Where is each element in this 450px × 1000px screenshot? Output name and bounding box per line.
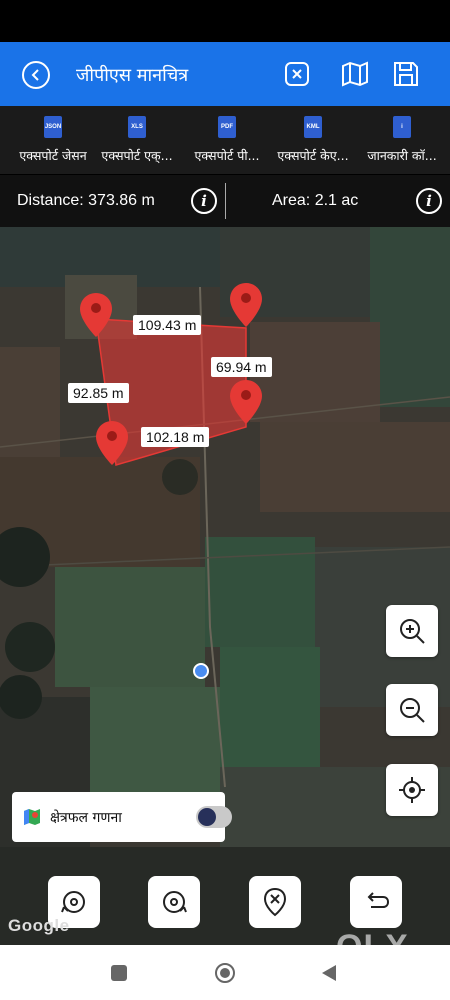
edge-length-label: 109.43 m [133, 315, 202, 335]
xls-icon-text: XLS [131, 124, 143, 130]
map-pin-icon[interactable] [96, 421, 128, 465]
export-pdf-button[interactable]: PDF एक्सपोर्ट पी... [184, 106, 270, 174]
rotate-right-button[interactable] [148, 876, 200, 928]
clear-button[interactable] [282, 59, 312, 89]
current-location-dot [193, 663, 209, 679]
export-xls-label: एक्सपोर्ट एक्... [101, 148, 173, 163]
rotate-right-icon [163, 891, 187, 913]
save-button[interactable] [391, 59, 421, 89]
map-pin-icon[interactable] [230, 283, 262, 327]
export-pdf-label: एक्सपोर्ट पी... [194, 148, 260, 163]
save-icon [394, 62, 418, 86]
distance-value: Distance: 373.86 m [17, 192, 155, 209]
export-json-button[interactable]: JSON एक्सपोर्ट जेसन [8, 106, 98, 174]
distance-info-icon[interactable]: i [191, 188, 217, 214]
xls-file-icon: XLS [128, 116, 146, 138]
map-icon [342, 61, 368, 87]
area-calculation-switch[interactable] [196, 806, 232, 828]
zoom-in-icon [400, 619, 425, 644]
home-inner-dot [220, 968, 230, 978]
export-xls-button[interactable]: XLS एक्सपोर्ट एक्... [91, 106, 183, 174]
remove-point-button[interactable] [249, 876, 301, 928]
map-type-button[interactable] [340, 59, 370, 89]
rotate-left-icon [61, 891, 85, 913]
export-kml-button[interactable]: KML एक्सपोर्ट केए... [268, 106, 358, 174]
zoom-in-button[interactable] [386, 605, 438, 657]
pdf-file-icon: PDF [218, 116, 236, 138]
system-nav-bar [0, 945, 450, 1000]
app-bar: जीपीएस मानचित्र [0, 42, 450, 106]
info-file-icon: i [393, 116, 411, 138]
edge-length-label: 102.18 m [141, 427, 210, 447]
divider [225, 183, 226, 219]
zoom-out-button[interactable] [386, 684, 438, 736]
status-bar [0, 0, 450, 42]
zoom-out-icon [400, 698, 425, 723]
kml-icon-text: KML [306, 124, 320, 130]
undo-icon [367, 892, 390, 908]
chevron-left-icon [31, 69, 39, 81]
area-value: Area: 2.1 ac [272, 192, 359, 209]
my-location-button[interactable] [386, 764, 438, 816]
map-pin-icon[interactable] [230, 380, 262, 424]
maps-icon [24, 809, 40, 825]
home-button[interactable] [215, 963, 235, 983]
map-pin-icon[interactable] [80, 293, 112, 337]
info-copy-button[interactable]: i जानकारी कॉ... [356, 106, 448, 174]
measurement-bar: Distance: 373.86 m i Area: 2.1 ac i [0, 175, 450, 227]
info-icon-text: i [401, 124, 403, 130]
kml-file-icon: KML [304, 116, 322, 138]
back-button[interactable] [22, 61, 50, 89]
info-copy-label: जानकारी कॉ... [367, 148, 437, 163]
crosshair-icon [399, 777, 425, 803]
edge-length-label: 69.94 m [211, 357, 272, 377]
undo-button[interactable] [350, 876, 402, 928]
area-calculation-toggle[interactable]: क्षेत्रफल गणना [12, 792, 232, 842]
google-logo: Google [8, 916, 70, 935]
export-toolbar: JSON एक्सपोर्ट जेसन XLS एक्सपोर्ट एक्...… [0, 106, 450, 174]
json-file-icon: JSON [44, 116, 62, 138]
json-icon-text: JSON [44, 124, 62, 130]
back-nav-icon[interactable] [321, 964, 337, 982]
switch-knob [198, 808, 216, 826]
page-title: जीपीएस मानचित्र [76, 65, 189, 86]
export-json-label: एक्सपोर्ट जेसन [19, 148, 87, 163]
area-calculation-label: क्षेत्रफल गणना [50, 809, 122, 826]
pdf-icon-text: PDF [221, 124, 233, 130]
recent-apps-button[interactable] [111, 965, 127, 981]
remove-location-icon [263, 887, 287, 917]
export-kml-label: एक्सपोर्ट केए... [277, 148, 349, 163]
area-info-icon[interactable]: i [416, 188, 442, 214]
close-icon [285, 62, 309, 86]
edge-length-label: 92.85 m [68, 383, 129, 403]
